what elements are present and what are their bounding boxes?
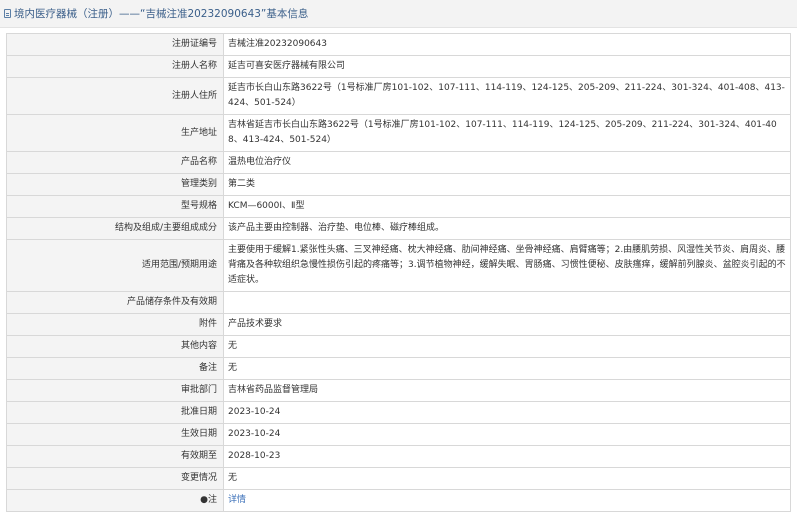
table-row: 产品名称 温热电位治疗仪 — [6, 151, 791, 174]
info-table: 注册证编号 吉械注准20232090643 注册人名称 延吉可喜安医疗器械有限公司 注册… — [6, 33, 791, 512]
field-value: 无 — [223, 467, 791, 490]
field-label: 附件 — [6, 313, 224, 336]
document-icon — [4, 9, 11, 18]
field-value: 温热电位治疗仪 — [223, 151, 791, 174]
field-label: 审批部门 — [6, 379, 224, 402]
field-label: 产品储存条件及有效期 — [6, 291, 224, 314]
table-row: 变更情况无 — [6, 467, 791, 490]
field-label: 有效期至 — [6, 445, 224, 468]
field-value: 吉械注准20232090643 — [223, 33, 791, 56]
page-title: 境内医疗器械（注册）——“吉械注准20232090643”基本信息 — [14, 8, 309, 20]
field-value: 吉林省药品监督管理局 — [223, 379, 791, 402]
field-value: 延吉可喜安医疗器械有限公司 — [223, 55, 791, 78]
table-row: 产品储存条件及有效期 — [6, 291, 791, 314]
field-label: 结构及组成/主要组成成分 — [6, 217, 224, 240]
field-label: 备注 — [6, 357, 224, 380]
table-row: 注册人住所 延吉市长白山东路3622号（1号标准厂房101-102、107-111… — [6, 77, 791, 115]
field-value: 产品技术要求 — [223, 313, 791, 336]
page-header: 境内医疗器械（注册）——“吉械注准20232090643”基本信息 — [0, 0, 797, 28]
table-row: 批准日期 2023-10-24 — [6, 401, 791, 424]
table-row: 审批部门 吉林省药品监督管理局 — [6, 379, 791, 402]
note-label: ●注 — [6, 489, 224, 512]
field-label: 生效日期 — [6, 423, 224, 446]
table-row: 有效期至 2028-10-23 — [6, 445, 791, 468]
field-label: 变更情况 — [6, 467, 224, 490]
table-row: 注册人名称 延吉可喜安医疗器械有限公司 — [6, 55, 791, 78]
field-value: 2023-10-24 — [223, 423, 791, 446]
field-label: 型号规格 — [6, 195, 224, 218]
table-row: 生效日期 2023-10-24 — [6, 423, 791, 446]
table-row: 生产地址 吉林省延吉市长白山东路3622号（1号标准厂房101-102、107-1… — [6, 114, 791, 152]
table-row: 适用范围/预期用途 主要使用于缓解1.紧张性头痛、三叉神经痛、枕大神经痛、肋间神经… — [6, 239, 791, 292]
table-row: 其他内容无 — [6, 335, 791, 358]
field-label: 注册人住所 — [6, 77, 224, 115]
field-value: 吉林省延吉市长白山东路3622号（1号标准厂房101-102、107-111、1… — [223, 114, 791, 152]
table-row: 附件 产品技术要求 — [6, 313, 791, 336]
note-value: 详情 — [223, 489, 791, 512]
table-row: ●注 详情 — [6, 489, 791, 512]
field-value: KCM—6000Ⅰ、Ⅱ型 — [223, 195, 791, 218]
field-value — [223, 291, 791, 314]
field-value: 2028-10-23 — [223, 445, 791, 468]
field-value: 延吉市长白山东路3622号（1号标准厂房101-102、107-111、114-… — [223, 77, 791, 115]
field-label: 其他内容 — [6, 335, 224, 358]
field-value: 该产品主要由控制器、治疗垫、电位棒、磁疗棒组成。 — [223, 217, 791, 240]
field-label: 注册人名称 — [6, 55, 224, 78]
field-label: 产品名称 — [6, 151, 224, 174]
table-row: 型号规格 KCM—6000Ⅰ、Ⅱ型 — [6, 195, 791, 218]
field-value: 无 — [223, 335, 791, 358]
field-label: 生产地址 — [6, 114, 224, 152]
table-row: 注册证编号 吉械注准20232090643 — [6, 33, 791, 56]
field-value: 无 — [223, 357, 791, 380]
table-row: 备注无 — [6, 357, 791, 380]
field-label: 注册证编号 — [6, 33, 224, 56]
details-link[interactable]: 详情 — [228, 495, 246, 505]
table-row: 管理类别 第二类 — [6, 173, 791, 196]
field-label: 批准日期 — [6, 401, 224, 424]
field-value: 主要使用于缓解1.紧张性头痛、三叉神经痛、枕大神经痛、肋间神经痛、坐骨神经痛、肩… — [223, 239, 791, 292]
field-label: 适用范围/预期用途 — [6, 239, 224, 292]
field-value: 2023-10-24 — [223, 401, 791, 424]
field-value: 第二类 — [223, 173, 791, 196]
table-row: 结构及组成/主要组成成分 该产品主要由控制器、治疗垫、电位棒、磁疗棒组成。 — [6, 217, 791, 240]
field-label: 管理类别 — [6, 173, 224, 196]
